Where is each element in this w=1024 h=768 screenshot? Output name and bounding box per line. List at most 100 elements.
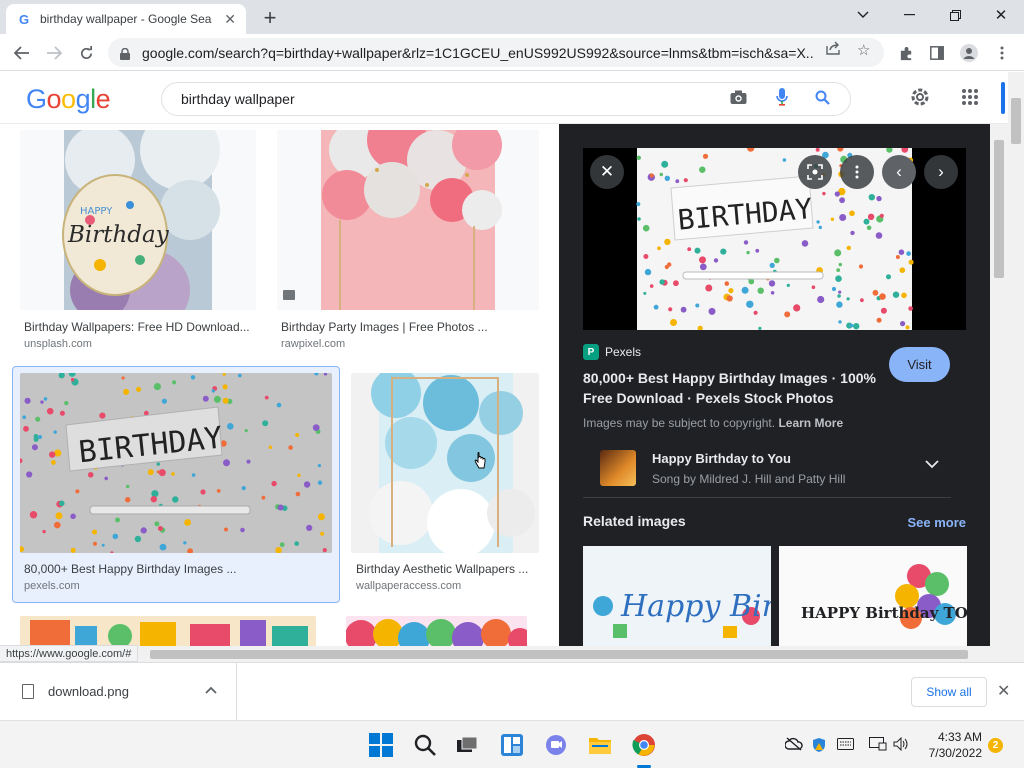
song-card[interactable]: Happy Birthday to You Song by Mildred J.…	[583, 446, 951, 498]
result-image-1[interactable]: Birthday HAPPY	[20, 130, 256, 310]
restore-icon[interactable]	[932, 0, 978, 30]
minimize-icon[interactable]	[886, 0, 932, 30]
browser-tab[interactable]: G birthday wallpaper - Google Sea ✕	[6, 4, 246, 34]
source-name: Pexels	[605, 345, 642, 359]
related-image-1[interactable]: Happy Birthday	[583, 546, 771, 646]
preview-title[interactable]: 80,000+ Best Happy Birthday Images · 100…	[583, 368, 883, 408]
chrome-taskbar-icon[interactable]	[632, 733, 656, 757]
google-header: Google birthday wallpaper	[0, 72, 1008, 124]
result-image-6[interactable]	[346, 616, 527, 646]
search-input[interactable]: birthday wallpaper	[161, 82, 851, 116]
google-logo[interactable]: Google	[26, 84, 111, 115]
next-image-icon[interactable]: ›	[924, 155, 958, 189]
tab-title: birthday wallpaper - Google Sea	[40, 12, 212, 26]
result-image-4[interactable]	[351, 373, 539, 553]
chevron-down-icon[interactable]	[925, 456, 939, 472]
new-tab-icon[interactable]: +	[258, 5, 282, 31]
reload-icon[interactable]	[74, 41, 98, 65]
settings-gear-icon[interactable]	[909, 86, 931, 114]
camera-search-icon[interactable]	[730, 90, 747, 110]
side-panel-icon[interactable]	[927, 43, 947, 63]
svg-text:HAPPY: HAPPY	[80, 206, 113, 217]
result-title-2[interactable]: Birthday Party Images | Free Photos ...	[281, 320, 513, 334]
page-scrollbar[interactable]	[1008, 72, 1024, 662]
network-icon[interactable]	[869, 737, 887, 754]
extensions-icon[interactable]	[896, 43, 916, 63]
show-all-button[interactable]: Show all	[911, 677, 987, 707]
panel-scrollbar-thumb[interactable]	[994, 140, 1004, 278]
result-image-2[interactable]	[277, 130, 539, 310]
address-bar[interactable]: google.com/search?q=birthday+wallpaper&r…	[108, 38, 884, 67]
result-title-4[interactable]: Birthday Aesthetic Wallpapers ...	[356, 562, 541, 576]
notification-badge[interactable]: 2	[988, 738, 1003, 753]
task-view-icon[interactable]	[455, 733, 479, 757]
download-file-name: download.png	[48, 684, 129, 699]
microphone-icon[interactable]	[776, 88, 788, 112]
page-scrollbar-thumb[interactable]	[1011, 98, 1021, 144]
chrome-menu-icon[interactable]	[992, 43, 1012, 63]
share-icon[interactable]	[826, 41, 841, 59]
clock-date: 7/30/2022	[928, 746, 982, 760]
windows-start-icon[interactable]	[369, 733, 393, 757]
source-link[interactable]: P Pexels	[583, 344, 641, 360]
result-image-3[interactable]: BIRTHDAY	[20, 373, 332, 553]
volume-icon[interactable]	[893, 736, 910, 754]
widgets-icon[interactable]	[500, 733, 524, 757]
horizontal-scrollbar-thumb[interactable]	[150, 650, 968, 659]
hand-cursor-icon	[474, 452, 486, 469]
logo-letter: o	[46, 84, 62, 114]
back-arrow-icon[interactable]	[10, 41, 34, 65]
learn-more-link[interactable]: Learn More	[778, 416, 843, 430]
forward-arrow-icon[interactable]	[42, 41, 66, 65]
result-title-3[interactable]: 80,000+ Best Happy Birthday Images ...	[24, 562, 324, 576]
visit-button[interactable]: Visit	[889, 347, 950, 382]
bookmark-star-icon[interactable]: ☆	[857, 41, 870, 59]
copyright-notice: Images may be subject to copyright. Lear…	[583, 416, 843, 430]
more-options-icon[interactable]	[840, 155, 874, 189]
sign-in-edge[interactable]	[1001, 82, 1005, 114]
close-download-bar-icon[interactable]: ✕	[997, 681, 1010, 701]
profile-avatar-icon[interactable]	[959, 43, 979, 63]
security-warning-icon[interactable]	[811, 737, 827, 756]
result-site-2: rawpixel.com	[281, 338, 346, 350]
song-subtitle: Song by Mildred J. Hill and Patty Hill	[652, 472, 846, 486]
search-icon[interactable]	[815, 90, 830, 110]
see-more-link[interactable]: See more	[907, 515, 966, 530]
result-site-1: unsplash.com	[24, 338, 92, 350]
file-explorer-icon[interactable]	[588, 733, 612, 757]
teams-chat-icon[interactable]	[544, 733, 568, 757]
related-2-text: HAPPY Birthday TO YOU	[801, 604, 967, 622]
chevron-up-icon[interactable]	[205, 683, 217, 697]
related-image-2[interactable]: HAPPY Birthday TO YOU	[779, 546, 967, 646]
copyright-text: Images may be subject to copyright.	[583, 416, 776, 430]
close-preview-icon[interactable]: ✕	[590, 155, 624, 189]
clock[interactable]: 4:33 AM 7/30/2022	[918, 729, 982, 761]
tab-search-icon[interactable]	[840, 0, 886, 30]
clock-time: 4:33 AM	[937, 730, 982, 744]
file-icon	[22, 684, 34, 699]
taskbar-search-icon[interactable]	[413, 733, 437, 757]
close-window-icon[interactable]: ✕	[978, 0, 1024, 30]
previous-image-icon[interactable]: ‹	[882, 155, 916, 189]
url-text: google.com/search?q=birthday+wallpaper&r…	[142, 44, 814, 61]
result-image-5[interactable]	[20, 616, 316, 646]
download-item[interactable]: download.png	[0, 663, 237, 720]
result-title-1[interactable]: Birthday Wallpapers: Free HD Download...	[24, 320, 256, 334]
windows-taskbar: 4:33 AM 7/30/2022 2	[0, 720, 1024, 768]
close-tab-icon[interactable]: ✕	[224, 11, 236, 28]
logo-letter: g	[75, 84, 91, 114]
search-query: birthday wallpaper	[181, 91, 295, 107]
logo-letter: e	[95, 84, 111, 114]
related-1-text: Happy Birthday	[620, 589, 771, 624]
keyboard-icon[interactable]	[837, 737, 854, 753]
logo-letter: G	[26, 84, 47, 114]
lock-icon[interactable]	[120, 47, 130, 60]
browser-tab-strip: G birthday wallpaper - Google Sea ✕ + ✕	[0, 0, 1024, 34]
browser-toolbar: google.com/search?q=birthday+wallpaper&r…	[0, 34, 1024, 71]
result-site-3: pexels.com	[24, 580, 80, 592]
onedrive-offline-icon[interactable]	[784, 737, 803, 754]
visual-search-icon[interactable]	[798, 155, 832, 189]
pexels-icon: P	[583, 344, 599, 360]
song-title: Happy Birthday to You	[652, 451, 791, 466]
google-apps-icon[interactable]	[961, 88, 979, 112]
